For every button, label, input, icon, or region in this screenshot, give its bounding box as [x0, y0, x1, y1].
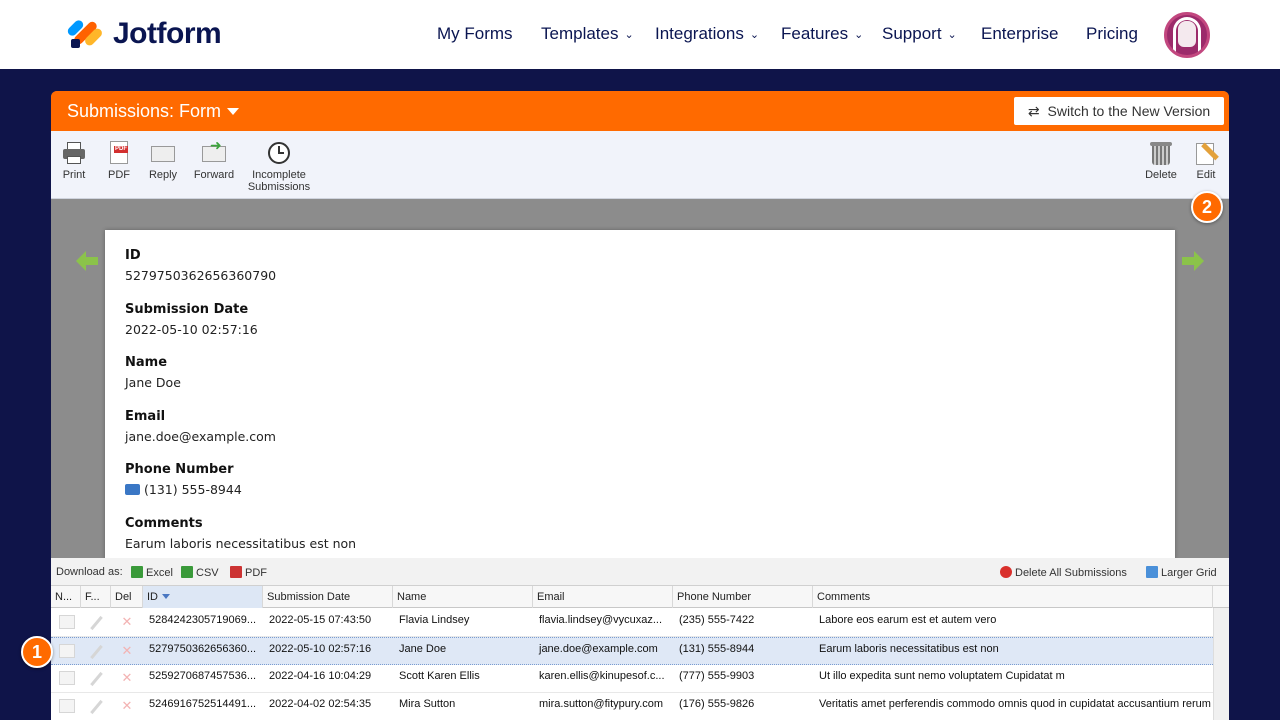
field-comments: Comments Earum laboris necessitatibus es…: [125, 515, 357, 551]
nav-support[interactable]: Support ⌄: [882, 24, 957, 44]
pdf-icon: [230, 566, 242, 578]
trash-icon: [1149, 141, 1173, 165]
table-row[interactable]: ✕ 5284242305719069... 2022-05-15 07:43:5…: [51, 609, 1213, 637]
excel-icon: [131, 566, 143, 578]
note-icon[interactable]: [59, 615, 75, 629]
clock-icon: [267, 141, 291, 165]
col-header-name[interactable]: Name: [393, 586, 533, 608]
delete-x-icon[interactable]: ✕: [119, 699, 135, 713]
chevron-down-icon: ⌄: [624, 29, 634, 41]
step-badge-2: 2: [1191, 191, 1223, 223]
col-header-flag[interactable]: F...: [81, 586, 111, 608]
step-badge-1: 1: [21, 636, 53, 668]
previous-submission-arrow-icon[interactable]: [76, 251, 98, 271]
col-header-phone-number[interactable]: Phone Number: [673, 586, 813, 608]
table-row[interactable]: ✕ 5246916752514491... 2022-04-02 02:54:3…: [51, 693, 1213, 720]
chevron-down-icon: ⌄: [854, 29, 864, 41]
col-header-del[interactable]: Del: [111, 586, 143, 608]
form-selector[interactable]: Submissions: Form: [67, 101, 240, 122]
download-excel-button[interactable]: Excel: [131, 566, 173, 579]
telephone-icon: [125, 484, 140, 496]
larger-grid-button[interactable]: Larger Grid: [1146, 566, 1217, 579]
nav-templates[interactable]: Templates ⌄: [541, 24, 634, 44]
field-submission-date: Submission Date 2022-05-10 02:57:16: [125, 301, 258, 337]
field-email: Email jane.doe@example.com: [125, 408, 276, 444]
swap-arrows-icon: ⇄: [1027, 102, 1040, 119]
table-row-selected[interactable]: ✕ 5279750362656360... 2022-05-10 02:57:1…: [51, 637, 1213, 665]
col-header-comments[interactable]: Comments: [813, 586, 1213, 608]
edit-button[interactable]: Edit: [1193, 141, 1219, 181]
col-header-email[interactable]: Email: [533, 586, 673, 608]
delete-x-icon[interactable]: ✕: [119, 671, 135, 685]
submissions-grid: Download as: Excel CSV PDF Delete All Su…: [51, 558, 1229, 720]
nav-features[interactable]: Features ⌄: [781, 24, 863, 44]
col-header-id[interactable]: ID: [143, 586, 263, 608]
flag-pin-icon[interactable]: [89, 644, 103, 658]
user-avatar[interactable]: [1164, 12, 1210, 58]
download-pdf-button[interactable]: PDF: [230, 566, 267, 579]
top-navigation: Jotform My Forms Templates ⌄ Integrations…: [0, 0, 1280, 69]
nav-my-forms[interactable]: My Forms: [437, 24, 513, 44]
nav-pricing[interactable]: Pricing: [1086, 24, 1138, 44]
table-row[interactable]: ✕ 5259270687457536... 2022-04-16 10:04:2…: [51, 665, 1213, 693]
delete-button[interactable]: Delete: [1143, 141, 1179, 181]
delete-x-icon[interactable]: ✕: [119, 615, 135, 629]
submission-toolbar: Print PDF PDF Reply ➜ Forward Incomplete…: [51, 131, 1229, 199]
grid-header-row: N... F... Del ID Submission Date Name Em…: [51, 586, 1229, 608]
forward-envelope-icon: ➜: [202, 138, 226, 165]
forward-button[interactable]: ➜ Forward: [191, 138, 237, 181]
field-name: Name Jane Doe: [125, 355, 181, 391]
note-icon[interactable]: [59, 671, 75, 685]
submissions-panel: Submissions: Form ⇄ Switch to the New Ve…: [51, 91, 1229, 720]
switch-version-label: Switch to the New Version: [1047, 103, 1211, 119]
panel-title: Submissions: Form: [67, 101, 222, 121]
panel-header: Submissions: Form ⇄ Switch to the New Ve…: [51, 91, 1229, 131]
nav-integrations[interactable]: Integrations ⌄: [655, 24, 759, 44]
note-icon[interactable]: [59, 699, 75, 713]
flag-pin-icon[interactable]: [89, 615, 103, 629]
col-header-new[interactable]: N...: [51, 586, 81, 608]
expand-icon: [1146, 566, 1158, 578]
sort-descending-icon: [162, 594, 170, 599]
envelope-icon: [151, 141, 175, 165]
reply-button[interactable]: Reply: [147, 141, 179, 181]
chevron-down-icon: ⌄: [947, 29, 957, 41]
nav-enterprise[interactable]: Enterprise: [981, 24, 1058, 44]
download-csv-button[interactable]: CSV: [181, 566, 219, 579]
csv-icon: [181, 566, 193, 578]
edit-pencil-icon: [1194, 141, 1219, 165]
caret-down-icon: [227, 108, 240, 115]
note-icon[interactable]: [59, 644, 75, 658]
pdf-file-icon: PDF: [107, 141, 131, 165]
col-header-submission-date[interactable]: Submission Date: [263, 586, 393, 608]
delete-all-submissions-button[interactable]: Delete All Submissions: [1000, 566, 1127, 579]
main-menu: My Forms Templates ⌄ Integrations ⌄ Featur…: [0, 24, 1280, 46]
delete-circle-icon: [1000, 566, 1012, 578]
switch-version-button[interactable]: ⇄ Switch to the New Version: [1014, 97, 1224, 125]
incomplete-submissions-button[interactable]: Incomplete Submissions: [245, 141, 313, 193]
delete-x-icon[interactable]: ✕: [119, 644, 135, 658]
chevron-down-icon: ⌄: [749, 29, 760, 41]
printer-icon: [62, 141, 86, 165]
print-button[interactable]: Print: [61, 141, 87, 181]
field-id: ID 5279750362656360790: [125, 248, 277, 283]
field-phone-number: Phone Number (131) 555-8944: [125, 462, 242, 498]
next-submission-arrow-icon[interactable]: [1182, 251, 1204, 271]
grid-scrollbar[interactable]: [1213, 608, 1229, 720]
submission-details: ID 5279750362656360790 Submission Date 2…: [105, 230, 1175, 560]
grid-toolbar: Download as: Excel CSV PDF Delete All Su…: [51, 558, 1229, 586]
pdf-button[interactable]: PDF PDF: [106, 141, 132, 181]
flag-pin-icon[interactable]: [89, 671, 103, 685]
flag-pin-icon[interactable]: [89, 699, 103, 713]
